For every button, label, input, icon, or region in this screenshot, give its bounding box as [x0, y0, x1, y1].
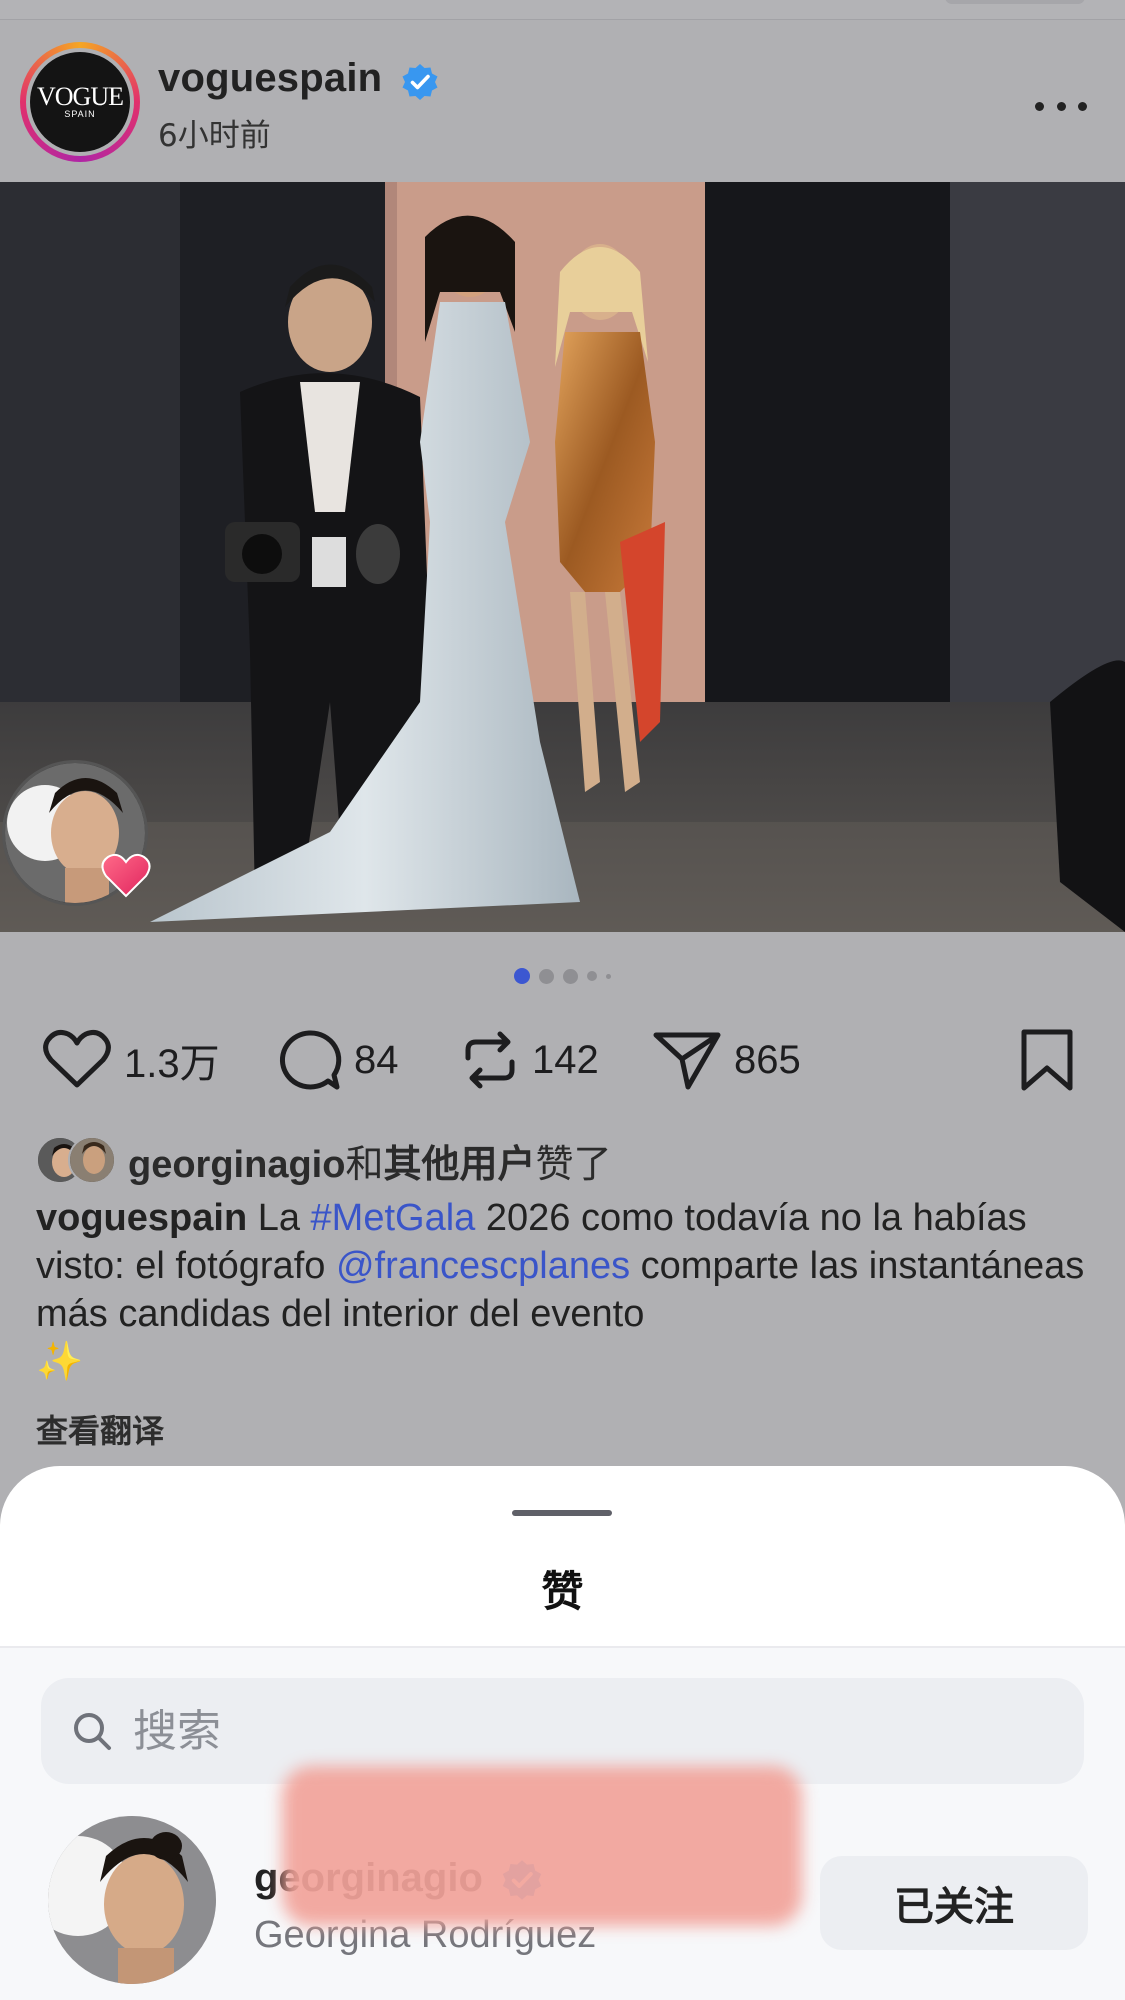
sheet-grabber[interactable] [512, 1510, 612, 1516]
photo-illustration [0, 182, 1125, 932]
like-count: 1.3万 [124, 1042, 220, 1086]
post-time: 6小时前 [158, 118, 271, 154]
repost-count: 142 [532, 1037, 599, 1082]
liked-by-suffix: 赞了 [535, 1143, 612, 1186]
top-edge [0, 0, 1125, 20]
send-icon [653, 1032, 721, 1090]
carousel-dot [563, 968, 578, 984]
carousel-dot [514, 968, 530, 984]
share-button[interactable]: 865 [652, 1020, 801, 1100]
comment-count: 84 [354, 1037, 399, 1082]
liked-by-others[interactable]: 其他用户 [383, 1144, 535, 1186]
heart-reaction-icon [101, 853, 151, 898]
liked-by-connector: 和 [345, 1143, 384, 1186]
liked-by-user[interactable]: georginagio [128, 1144, 345, 1186]
post-author-username[interactable]: voguespain [158, 56, 382, 101]
repost-icon [465, 1031, 515, 1089]
liked-by-summary[interactable]: georginagio和其他用户赞了 [36, 1130, 612, 1190]
repost-button[interactable]: 142 [460, 1020, 599, 1100]
caption-mention[interactable]: @francescplanes [336, 1245, 630, 1287]
sheet-title: 赞 [541, 1568, 584, 1615]
post-caption: voguespain La #MetGala 2026 como todavía… [36, 1194, 1106, 1386]
search-icon [74, 1713, 111, 1750]
avatar-inner: VOGUE SPAIN [26, 48, 134, 156]
top-pill [945, 0, 1085, 4]
logo-subtext: SPAIN [64, 109, 96, 119]
see-translation-link[interactable]: 查看翻译 [36, 1406, 164, 1452]
heart-outline-icon [43, 1030, 111, 1088]
liker-mini-avatar [68, 1136, 116, 1184]
sparkles-emoji: ✨ [36, 1341, 84, 1383]
carousel-dot [606, 973, 611, 979]
liked-by-text: georginagio和其他用户赞了 [128, 1133, 612, 1188]
liker-avatar[interactable] [48, 1816, 216, 1984]
following-button[interactable]: 已关注 [820, 1856, 1088, 1950]
carousel-indicator [0, 966, 1125, 986]
search-input[interactable] [133, 1705, 1033, 1757]
carousel-dot [539, 968, 554, 984]
carousel-dot [587, 971, 597, 981]
like-button[interactable]: 1.3万 [42, 1020, 220, 1100]
caption-hashtag[interactable]: #MetGala [311, 1197, 476, 1239]
comment-button[interactable]: 84 [276, 1020, 399, 1100]
liker-avatar-portrait [48, 1816, 216, 1984]
vogue-logo: VOGUE SPAIN [30, 52, 130, 152]
caption-username[interactable]: voguespain [36, 1197, 247, 1239]
post-header: VOGUE SPAIN voguespain 6小时前 [0, 20, 1125, 180]
share-count: 865 [734, 1037, 801, 1082]
logo-text: VOGUE [37, 82, 124, 111]
redaction-overlay [282, 1766, 802, 1926]
post-photo[interactable] [0, 182, 1125, 932]
comment-icon [279, 1030, 342, 1090]
verified-badge-icon [402, 64, 438, 100]
save-button[interactable] [1018, 1020, 1076, 1100]
post-author-avatar[interactable]: VOGUE SPAIN [20, 42, 140, 162]
post-actions: 1.3万 84 142 865 [0, 1020, 1125, 1100]
bookmark-icon [1021, 1029, 1073, 1091]
caption-text: La [247, 1197, 311, 1239]
more-options-icon[interactable] [1035, 98, 1087, 114]
